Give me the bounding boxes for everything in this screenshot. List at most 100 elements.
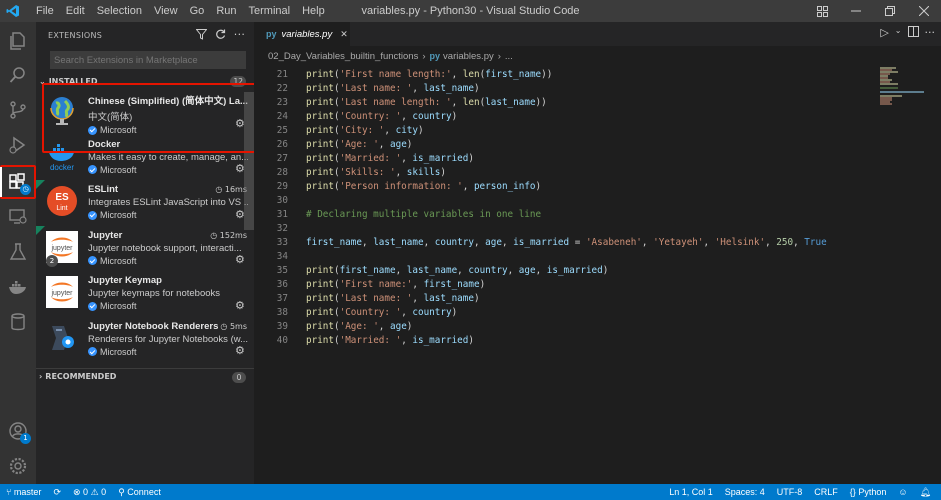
extension-item-jupyter-keymap[interactable]: jupyter Jupyter Keymap Jupyter keymaps f… bbox=[36, 271, 254, 317]
extension-item-jupyter[interactable]: jupyter 2 Jupyter Jupyter notebook suppo… bbox=[36, 225, 254, 272]
explorer-icon[interactable] bbox=[0, 24, 36, 58]
eslint-icon: ES Lint bbox=[46, 185, 78, 217]
editor-scrollbar[interactable] bbox=[930, 66, 941, 484]
minimize-icon[interactable] bbox=[839, 0, 873, 22]
line-code: print('Person information: ', person_inf… bbox=[306, 181, 542, 192]
restore-icon[interactable] bbox=[873, 0, 907, 22]
source-control-icon[interactable] bbox=[0, 93, 36, 127]
line-number: 27 bbox=[276, 153, 288, 164]
clock-icon: ◷ bbox=[210, 230, 218, 240]
run-icon[interactable]: ▷ bbox=[880, 26, 888, 40]
renderer-icon bbox=[46, 322, 78, 354]
manage-gear-icon[interactable]: ⚙ bbox=[235, 345, 246, 356]
database-icon[interactable] bbox=[0, 305, 36, 339]
sidebar-scrollbar[interactable] bbox=[244, 92, 254, 230]
language-mode[interactable]: {} Python bbox=[844, 487, 893, 497]
extension-item-eslint[interactable]: ES Lint ES Lint Integrates ESLint JavaScri… bbox=[36, 180, 254, 226]
sync-icon[interactable]: ⟳ bbox=[47, 487, 67, 498]
end-of-line[interactable]: CRLF bbox=[808, 487, 844, 497]
cursor-position[interactable]: Ln 1, Col 1 bbox=[663, 487, 719, 497]
installed-count-badge: 12 bbox=[230, 76, 246, 87]
python-file-icon: py bbox=[429, 51, 441, 61]
minimap[interactable] bbox=[876, 66, 928, 106]
refresh-icon[interactable] bbox=[214, 28, 227, 41]
notifications-bell-icon[interactable]: 🔔︎ bbox=[914, 487, 937, 498]
extensions-icon[interactable]: ◷ bbox=[0, 165, 36, 199]
menu-go[interactable]: Go bbox=[184, 5, 211, 17]
breadcrumb-folder[interactable]: 02_Day_Variables_builtin_functions bbox=[268, 51, 418, 62]
line-code: print('First name length:', len(first_na… bbox=[306, 69, 553, 80]
line-number: 22 bbox=[276, 83, 288, 94]
extension-list: Chinese (Simplified) (简体中文) La... 中文(简体)… bbox=[36, 89, 254, 362]
extension-item-jupyter-renderers[interactable]: Jupyter Notebook Renderers Renderers for… bbox=[36, 317, 254, 363]
publisher-name: Microsoft bbox=[100, 301, 137, 311]
sidebar-toolbar: ··· bbox=[195, 28, 246, 41]
menu-file[interactable]: File bbox=[30, 5, 60, 17]
menu-bar: File Edit Selection View Go Run Terminal… bbox=[30, 5, 331, 17]
close-icon[interactable] bbox=[907, 0, 941, 22]
recommended-section-header[interactable]: › RECOMMENDED 0 bbox=[36, 368, 254, 384]
settings-gear-icon[interactable] bbox=[0, 449, 36, 483]
line-number: 35 bbox=[276, 265, 288, 276]
line-number: 34 bbox=[276, 251, 288, 262]
line-number: 23 bbox=[276, 97, 288, 108]
extension-publisher: Microsoft bbox=[88, 210, 254, 220]
filter-icon[interactable] bbox=[195, 28, 208, 41]
extension-name: Chinese (Simplified) (简体中文) La... bbox=[88, 96, 248, 107]
encoding[interactable]: UTF-8 bbox=[771, 487, 809, 497]
indentation[interactable]: Spaces: 4 bbox=[719, 487, 771, 497]
menu-view[interactable]: View bbox=[148, 5, 184, 17]
layout-icon[interactable] bbox=[805, 0, 839, 22]
code-editor[interactable]: 21 print('First name length:', len(first_… bbox=[254, 66, 876, 484]
branch-status[interactable]: ⑂ master bbox=[0, 487, 47, 497]
connect-status[interactable]: ⚲ Connect bbox=[112, 487, 167, 498]
chevron-down-icon: ⌄ bbox=[39, 76, 46, 86]
menu-edit[interactable]: Edit bbox=[60, 5, 91, 17]
line-number: 25 bbox=[276, 125, 288, 136]
manage-gear-icon[interactable]: ⚙ bbox=[235, 254, 246, 265]
extension-item-chinese[interactable]: Chinese (Simplified) (简体中文) La... 中文(简体)… bbox=[36, 89, 254, 135]
line-number: 31 bbox=[276, 209, 288, 220]
menu-selection[interactable]: Selection bbox=[91, 5, 148, 17]
menu-terminal[interactable]: Terminal bbox=[243, 5, 297, 17]
language-label: Python bbox=[858, 487, 887, 497]
feedback-icon[interactable]: ☺ bbox=[892, 487, 913, 497]
testing-icon[interactable] bbox=[0, 235, 36, 269]
extension-publisher: Microsoft bbox=[88, 125, 254, 135]
run-dropdown-icon[interactable]: ⌄ bbox=[895, 26, 902, 40]
extension-name: Jupyter Keymap bbox=[88, 275, 162, 286]
line-number: 38 bbox=[276, 307, 288, 318]
line-code: print('Last name: ', last_name) bbox=[306, 83, 480, 94]
jupyter-keymap-icon: jupyter bbox=[46, 276, 78, 308]
breadcrumb-file[interactable]: variables.py bbox=[443, 51, 494, 62]
account-badge: 1 bbox=[20, 433, 31, 444]
docker-logo-icon: docker bbox=[46, 140, 78, 172]
breadcrumb-more[interactable]: ... bbox=[505, 51, 513, 62]
plug-icon: ⚲ bbox=[118, 486, 125, 497]
extension-item-docker[interactable]: docker Docker Makes it easy to create, m… bbox=[36, 135, 254, 181]
problems-status[interactable]: ⊗ 0 ⚠ 0 bbox=[67, 487, 112, 498]
installed-section-header[interactable]: ⌄ INSTALLED 12 bbox=[36, 73, 254, 89]
line-code: print('Married: ', is_married) bbox=[306, 153, 474, 164]
verified-icon bbox=[88, 210, 97, 220]
editor-actions: ▷ ⌄ ··· bbox=[880, 26, 935, 40]
line-code: first_name, last_name, country, age, is_… bbox=[306, 237, 827, 248]
menu-help[interactable]: Help bbox=[296, 5, 331, 17]
account-icon[interactable]: 1 bbox=[0, 414, 36, 448]
menu-run[interactable]: Run bbox=[210, 5, 242, 17]
run-debug-icon[interactable] bbox=[0, 128, 36, 162]
more-actions-icon[interactable]: ··· bbox=[233, 28, 246, 41]
extensions-search-input[interactable] bbox=[50, 51, 246, 69]
extension-description: Renderers for Jupyter Notebooks (w... bbox=[88, 333, 248, 345]
tab-variables-py[interactable]: py variables.py ✕ bbox=[254, 22, 350, 46]
tab-close-icon[interactable]: ✕ bbox=[340, 29, 348, 40]
split-editor-icon[interactable] bbox=[907, 26, 919, 40]
verified-icon bbox=[88, 347, 97, 356]
globe-icon bbox=[46, 94, 78, 126]
more-actions-icon[interactable]: ··· bbox=[925, 26, 936, 40]
line-code: # Declaring multiple variables in one li… bbox=[306, 209, 542, 220]
manage-gear-icon[interactable]: ⚙ bbox=[235, 300, 246, 311]
search-icon[interactable] bbox=[0, 58, 36, 92]
docker-icon[interactable] bbox=[0, 270, 36, 304]
remote-explorer-icon[interactable] bbox=[0, 200, 36, 234]
